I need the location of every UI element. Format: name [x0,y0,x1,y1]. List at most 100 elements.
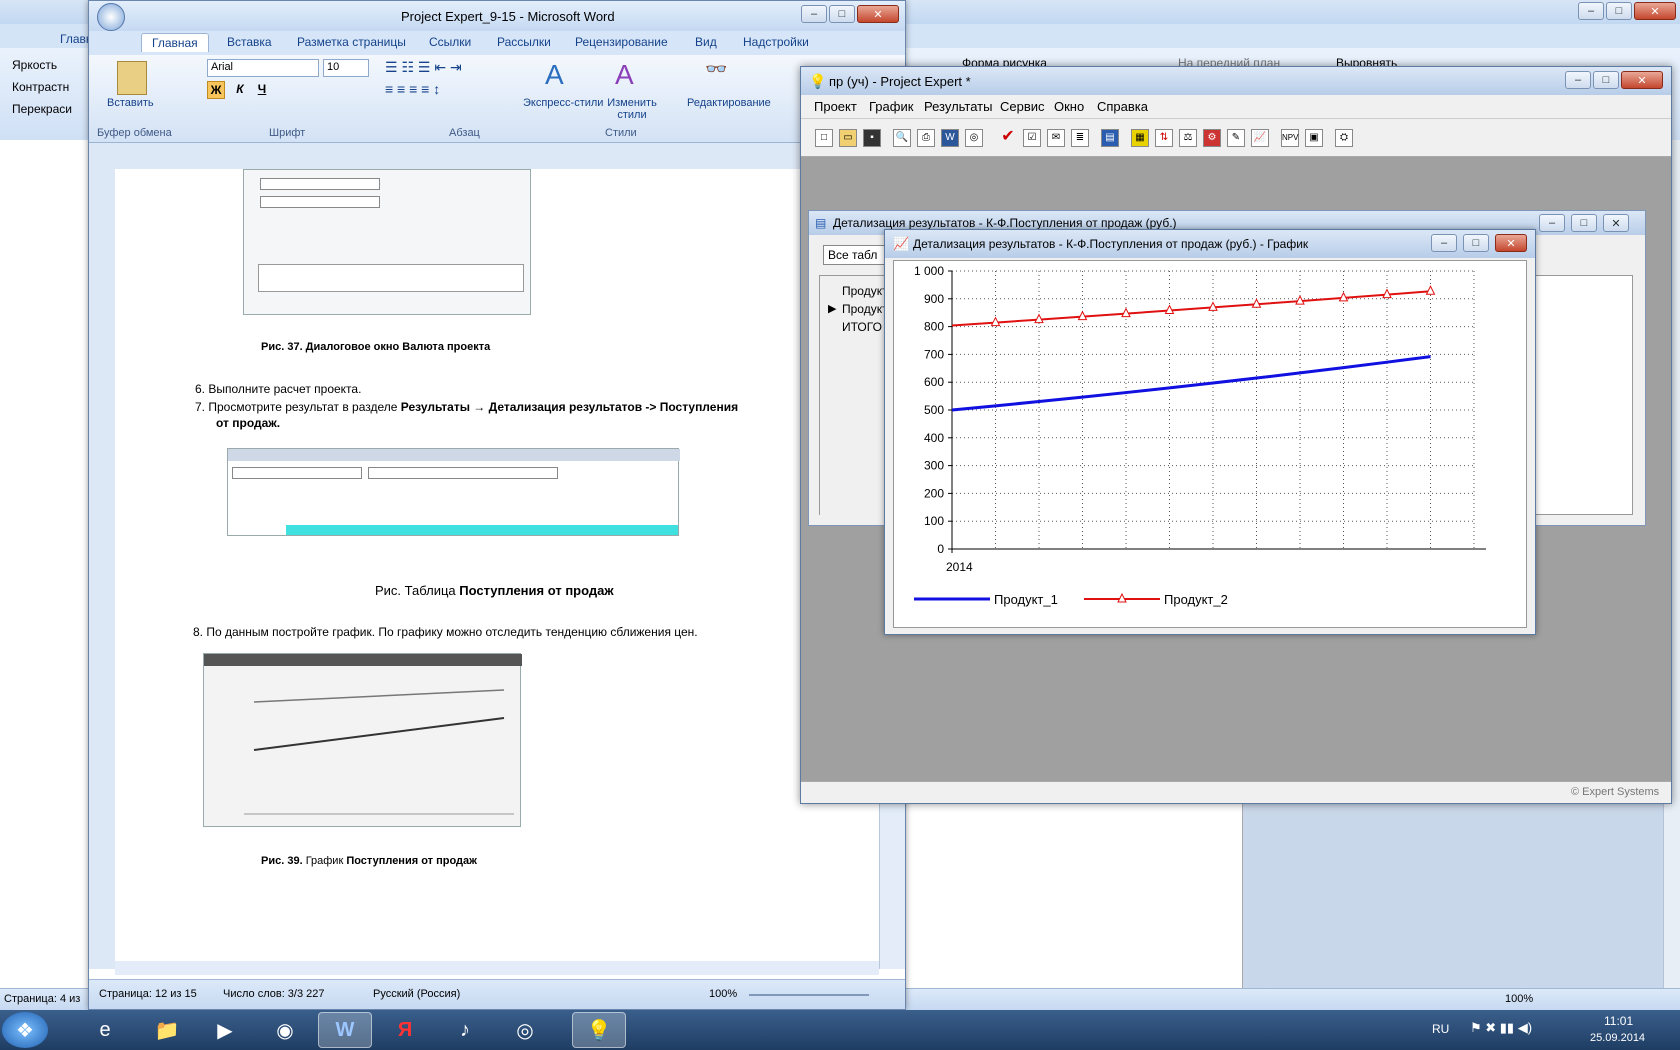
settings-icon[interactable]: ⛭ [1335,129,1353,147]
clock-time[interactable]: 11:01 [1604,1014,1633,1028]
chrome-icon[interactable]: ◎ [498,1012,552,1048]
minimize-button[interactable]: – [801,5,827,23]
tab-insert[interactable]: Вставка [227,35,272,49]
tray-icons[interactable]: ⚑ ✖ ▮▮ ◀) [1470,1020,1532,1036]
menu-help[interactable]: Справка [1097,99,1148,114]
table-icon[interactable]: ▦ [1131,129,1149,147]
row-total[interactable]: ИТОГО [842,320,882,334]
tab-view[interactable]: Вид [695,35,717,49]
font-name-field[interactable]: Arial [207,59,319,77]
underline-button[interactable]: Ч [253,81,271,99]
tab-mailings[interactable]: Рассылки [497,35,551,49]
maximize-button[interactable]: □ [829,5,855,23]
align-buttons[interactable]: ≡ ≡ ≡ ≡ ↕ [385,81,505,99]
check-icon[interactable]: ✔ [999,129,1017,147]
x-tick-label: 2014 [946,560,973,574]
start-button[interactable]: ❖ [2,1012,48,1048]
close-button[interactable]: ✕ [1621,71,1663,89]
balance-icon[interactable]: ⚖ [1179,129,1197,147]
close-button[interactable]: ✕ [857,5,899,23]
table-selector[interactable]: Все табл [823,245,893,265]
font-size-field[interactable]: 10 [323,59,369,77]
menu-results[interactable]: Результаты [924,99,992,114]
audio-icon[interactable]: ♪ [438,1012,492,1048]
ie-icon[interactable]: e [78,1012,132,1048]
tab-review[interactable]: Рецензирование [575,35,668,49]
change-styles-button[interactable]: Изменить стили [607,97,657,121]
contrast-button[interactable]: Контрастн [12,80,69,94]
doc-icon[interactable]: ▣ [1305,129,1323,147]
language-indicator[interactable]: RU [1432,1022,1449,1036]
pe-menu-bar: Проект График Результаты Сервис Окно Спр… [801,95,1671,119]
menu-project[interactable]: Проект [814,99,857,114]
page-indicator[interactable]: Страница: 12 из 15 [99,988,197,1000]
minimize-button[interactable]: – [1565,71,1591,89]
y-tick-label: 500 [924,403,944,417]
close-button[interactable]: ✕ [1603,214,1629,232]
notes-icon[interactable]: ≣ [1071,129,1089,147]
word-export-icon[interactable]: W [941,129,959,147]
vertical-ruler[interactable] [89,169,115,969]
bold-button[interactable]: Ж [207,81,225,99]
tab-home[interactable]: Главная [141,33,209,52]
globe-icon[interactable]: ◎ [965,129,983,147]
italic-button[interactable]: К [231,81,249,99]
maximize-button[interactable]: □ [1593,71,1619,89]
npv-icon[interactable]: NPV [1281,129,1299,147]
explorer-icon[interactable]: 📁 [140,1012,194,1048]
calc-icon[interactable]: ⚙ [1203,129,1221,147]
document-page[interactable]: Рис. 37. Диалоговое окно Валюта проекта … [115,169,879,969]
status-bar: Страница: 12 из 15 Число слов: 3/3 227 Р… [89,979,905,1009]
clock-date[interactable]: 25.09.2014 [1590,1032,1645,1044]
print-icon[interactable]: ⎙ [917,129,935,147]
close-button[interactable]: ✕ [1634,2,1676,20]
tab-page-layout[interactable]: Разметка страницы [297,35,406,49]
project-expert-taskbar-icon[interactable]: 💡 [572,1012,626,1048]
line-chart: 0 100 200 300 400 500 600 700 800 900 1 000 2014 Про… [914,264,1486,607]
open-folder-icon[interactable]: ▭ [839,129,857,147]
minimize-button[interactable]: – [1431,234,1457,252]
media-player-icon[interactable]: ▶ [198,1012,252,1048]
menu-schedule[interactable]: График [869,99,913,114]
minimize-button[interactable]: – [1578,2,1604,20]
table-caption: Рис. Таблица Поступления от продаж [375,583,614,598]
menu-window[interactable]: Окно [1054,99,1084,114]
chart-icon[interactable]: 📈 [1251,129,1269,147]
editing-button[interactable]: Редактирование [687,97,771,109]
zoom-level[interactable]: 100% [709,988,737,1000]
new-file-icon[interactable]: □ [815,129,833,147]
tab-references[interactable]: Ссылки [429,35,471,49]
zoom-slider[interactable] [749,994,869,996]
checklist-icon[interactable]: ☑ [1023,129,1041,147]
report-icon[interactable]: ▤ [1101,129,1119,147]
edit-icon[interactable]: ✎ [1227,129,1245,147]
maximize-button[interactable]: □ [1463,234,1489,252]
horizontal-scrollbar[interactable] [115,961,879,975]
language-indicator[interactable]: Русский (Россия) [373,988,460,1000]
horizontal-ruler[interactable] [89,143,905,169]
minimize-button[interactable]: – [1539,214,1565,232]
maximize-button[interactable]: □ [1606,2,1632,20]
save-icon[interactable]: ▪ [863,129,881,147]
firefox-icon[interactable]: ◉ [258,1012,312,1048]
preview-icon[interactable]: 🔍 [893,129,911,147]
menu-service[interactable]: Сервис [1000,99,1045,114]
pe-toolbar: □ ▭ ▪ 🔍 ⎙ W ◎ ✔ ☑ ✉ ≣ ▤ ▦ ⇅ ⚖ ⚙ ✎ 📈 NPV … [801,119,1671,157]
figure-37-image [243,169,531,315]
y-tick-label: 900 [924,292,944,306]
cashflow-icon[interactable]: ⇅ [1155,129,1173,147]
tab-addins[interactable]: Надстройки [743,35,809,49]
comment-icon[interactable]: ✉ [1047,129,1065,147]
list-buttons[interactable]: ☰ ☷ ☰ ⇤ ⇥ [385,59,505,77]
office-button[interactable] [97,3,125,31]
maximize-button[interactable]: □ [1571,214,1597,232]
y-tick-label: 300 [924,459,944,473]
express-styles-button[interactable]: Экспресс-стили [523,97,603,109]
word-count[interactable]: Число слов: 3/3 227 [223,988,325,1000]
yandex-icon[interactable]: Я [378,1012,432,1048]
close-button[interactable]: ✕ [1495,234,1527,252]
word-taskbar-icon[interactable]: W [318,1012,372,1048]
paste-button[interactable]: Вставить [107,97,154,109]
brightness-button[interactable]: Яркость [12,58,57,72]
recolor-button[interactable]: Перекраси [12,102,72,116]
